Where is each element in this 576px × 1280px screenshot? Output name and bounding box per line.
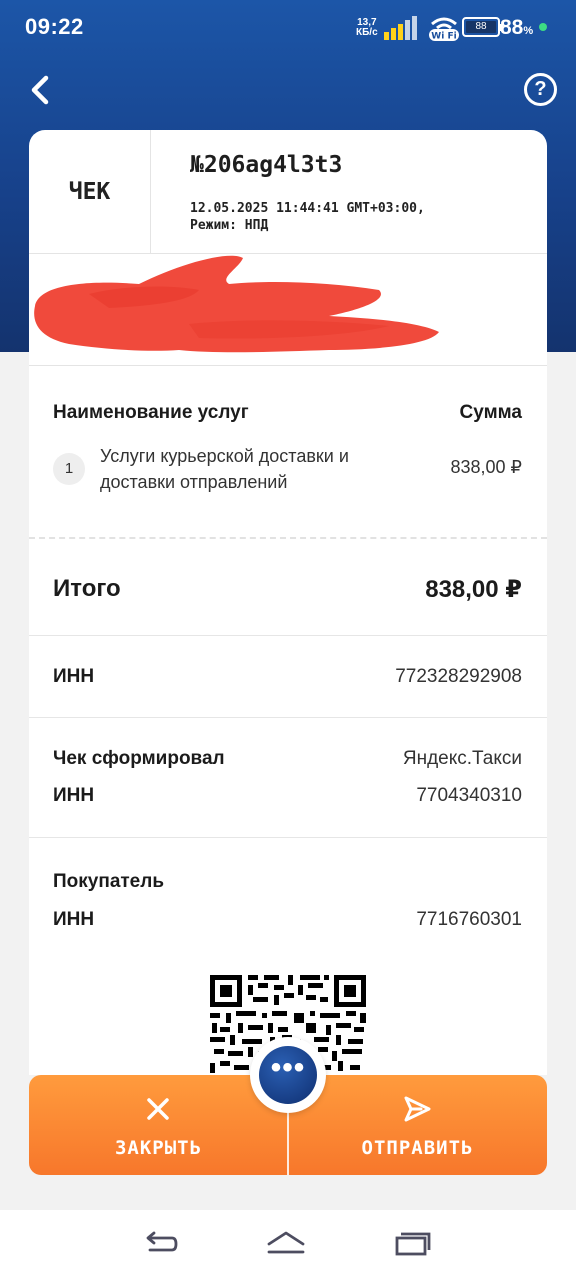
battery-percent: 88% bbox=[500, 16, 533, 40]
network-speed: 13,7 КБ/с bbox=[356, 18, 378, 38]
send-icon bbox=[404, 1096, 431, 1122]
receipt-meta: 12.05.2025 11:44:41 GMT+03:00, Режим: НП… bbox=[190, 200, 425, 234]
total-row: Итого 838,00 ₽ bbox=[29, 540, 547, 636]
total-label: Итого bbox=[53, 575, 121, 602]
buyer-row: Покупатель ИНН 7716760301 bbox=[29, 838, 547, 968]
more-dots-icon: ••• bbox=[259, 1046, 317, 1104]
close-icon bbox=[147, 1098, 169, 1120]
back-button[interactable] bbox=[22, 70, 62, 110]
item-index-badge: 1 bbox=[53, 453, 85, 485]
dashed-divider bbox=[29, 537, 547, 539]
inn-row: ИНН 772328292908 bbox=[29, 636, 547, 718]
question-circle-icon: ? bbox=[534, 78, 547, 100]
system-nav-bar bbox=[0, 1210, 576, 1280]
send-button[interactable]: ОТПРАВИТЬ bbox=[288, 1075, 547, 1175]
nav-recents-icon bbox=[395, 1232, 431, 1256]
status-bar: 09:22 13,7 КБ/с Wi Fi 88 88% bbox=[0, 0, 576, 58]
services-section: Наименование услуг Сумма 1 Услуги курьер… bbox=[29, 366, 547, 538]
issuer-value: Яндекс.Такси bbox=[402, 748, 522, 769]
receipt-header: ЧЕК №206ag4l3t3 12.05.2025 11:44:41 GMT+… bbox=[29, 130, 547, 254]
services-header: Наименование услуг bbox=[53, 402, 249, 423]
wifi-label: Wi Fi bbox=[431, 32, 456, 42]
battery-percent-value: 88 bbox=[500, 16, 524, 39]
issuer-row: Чек сформировал Яндекс.Такси ИНН 7704340… bbox=[29, 718, 547, 838]
nav-home-icon bbox=[267, 1231, 305, 1254]
receipt-mode: Режим: НПД bbox=[190, 218, 269, 233]
issuer-inn-label: ИНН bbox=[53, 785, 95, 806]
network-speed-unit: КБ/с bbox=[356, 27, 378, 38]
receipt-kind: ЧЕК bbox=[29, 130, 151, 254]
item-name: Услуги курьерской доставки и доставки от… bbox=[100, 446, 349, 492]
battery-level: 88 bbox=[466, 21, 496, 33]
help-button[interactable]: ? bbox=[524, 73, 557, 106]
inn-label: ИНН bbox=[53, 666, 95, 687]
buyer-inn-value: 7716760301 bbox=[416, 909, 522, 930]
close-label: ЗАКРЫТЬ bbox=[114, 1137, 203, 1159]
close-button[interactable]: ЗАКРЫТЬ bbox=[29, 1075, 288, 1175]
battery-icon: 88 bbox=[462, 17, 503, 37]
nav-recents-button[interactable] bbox=[392, 1228, 432, 1260]
receipt-card: ЧЕК №206ag4l3t3 12.05.2025 11:44:41 GMT+… bbox=[29, 130, 547, 1075]
redaction-mark bbox=[34, 255, 439, 353]
total-value: 838,00 ₽ bbox=[425, 576, 522, 603]
buyer-label: Покупатель bbox=[53, 871, 165, 892]
nav-back-button[interactable] bbox=[140, 1228, 180, 1260]
more-button[interactable]: ••• bbox=[250, 1037, 326, 1113]
buyer-inn-label: ИНН bbox=[53, 909, 95, 930]
seller-section-redacted bbox=[29, 254, 547, 366]
nav-back-icon bbox=[146, 1231, 178, 1252]
nav-home-button[interactable] bbox=[266, 1228, 306, 1260]
signal-icon bbox=[384, 16, 417, 40]
status-time: 09:22 bbox=[25, 14, 84, 39]
item-price: 838,00 ₽ bbox=[450, 457, 522, 477]
inn-value: 772328292908 bbox=[395, 666, 522, 687]
receipt-number: №206ag4l3t3 bbox=[190, 152, 343, 178]
issuer-label: Чек сформировал bbox=[53, 748, 225, 769]
wifi-icon: Wi Fi bbox=[429, 17, 459, 42]
receipt-screen: 09:22 13,7 КБ/с Wi Fi 88 88% ? ЧЕК №206a… bbox=[0, 0, 576, 1280]
send-label: ОТПРАВИТЬ bbox=[361, 1137, 474, 1159]
issuer-inn-value: 7704340310 bbox=[416, 785, 522, 806]
receipt-datetime: 12.05.2025 11:44:41 GMT+03:00, bbox=[190, 201, 425, 216]
sum-header: Сумма bbox=[459, 402, 522, 423]
chevron-left-icon bbox=[31, 75, 49, 105]
battery-percent-sign: % bbox=[523, 25, 534, 37]
privacy-dot-icon bbox=[539, 23, 547, 31]
